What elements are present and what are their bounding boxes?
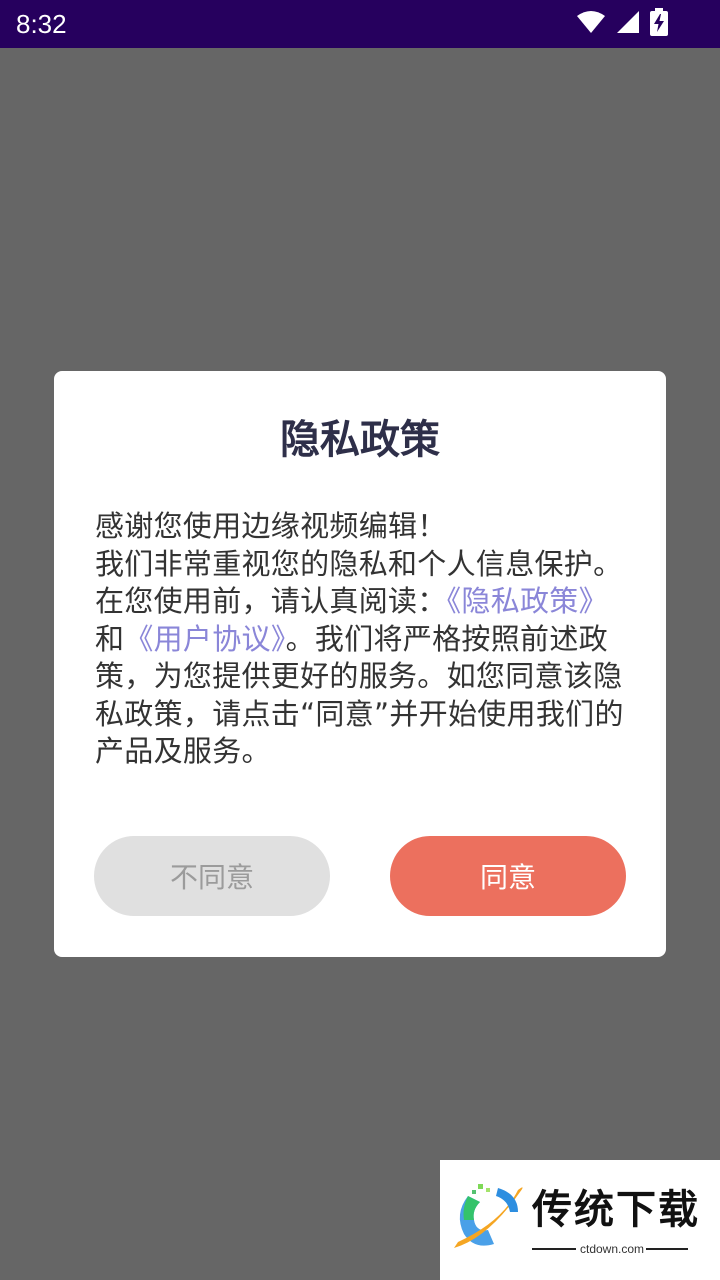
disagree-button[interactable]: 不同意: [94, 836, 330, 916]
watermark: 传统下载 ctdown.com: [440, 1160, 720, 1280]
watermark-subtitle: ctdown.com: [579, 1242, 645, 1256]
cell-signal-icon: [616, 10, 640, 38]
status-time: 8:32: [16, 9, 67, 39]
dialog-title: 隐私政策: [280, 417, 440, 463]
dialog-body: 感谢您使用边缘视频编辑！ 我们非常重视您的隐私和个人信息保护。在您使用前，请认真阅…: [95, 508, 625, 771]
wifi-icon: [576, 10, 606, 38]
body-greeting: 感谢您使用边缘视频编辑！: [95, 509, 447, 543]
status-icons: [576, 8, 668, 40]
watermark-title: 传统下载: [532, 1187, 700, 1233]
agree-button[interactable]: 同意: [390, 836, 626, 916]
status-bar: 8:32: [0, 0, 720, 48]
body-and: 和: [95, 621, 125, 656]
privacy-policy-link[interactable]: 《隐私政策》: [447, 584, 608, 618]
battery-charging-icon: [650, 8, 668, 40]
user-agreement-link[interactable]: 《用户协议》: [124, 622, 285, 656]
